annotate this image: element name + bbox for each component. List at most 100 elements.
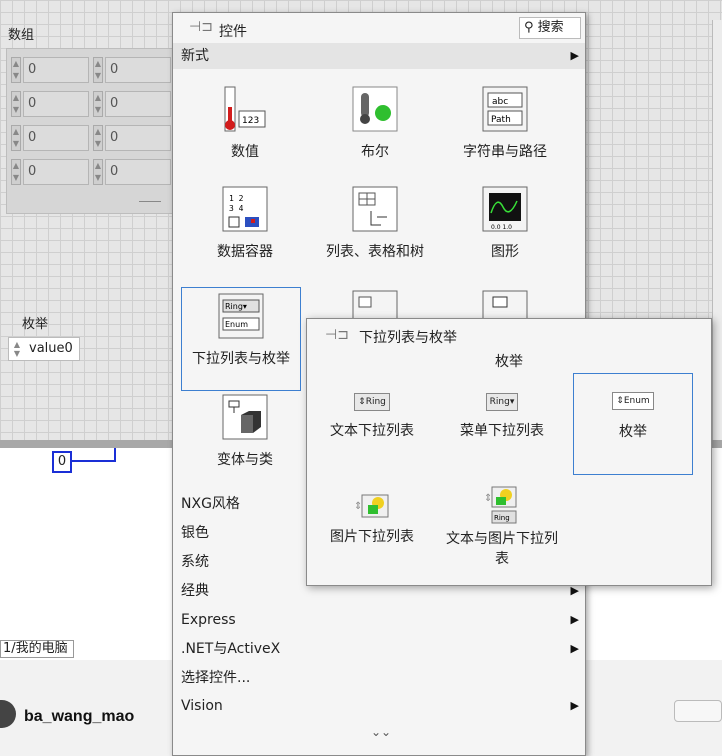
- enum-icon: ⇕Enum: [574, 374, 692, 422]
- enum-control[interactable]: ▲ ▼ value0: [8, 337, 80, 361]
- panel-scrollbar[interactable]: [712, 20, 722, 440]
- palette-title: 控件: [219, 24, 247, 40]
- pin-icon[interactable]: ⊣⊐: [189, 19, 213, 35]
- category-label: .NET与ActiveX: [181, 641, 281, 657]
- tile-label: 布尔: [361, 144, 389, 160]
- svg-text:Enum: Enum: [225, 320, 248, 329]
- ring-enum-submenu: ⊣⊐ 下拉列表与枚举 枚举 ⇕Ring 文本下拉列表 Ring▾ 菜单下拉列表 …: [306, 318, 712, 586]
- right-button[interactable]: [674, 700, 722, 722]
- array-index-spinner[interactable]: ▲ ▼: [93, 125, 103, 151]
- array-index-spinner[interactable]: ▲ ▼: [93, 91, 103, 117]
- enum-label: 枚举: [22, 317, 49, 332]
- item-label: 枚举: [619, 424, 647, 440]
- palette-header: ⊣⊐ 控件 ⚲ 搜索: [173, 13, 585, 43]
- array-label: 数组: [8, 28, 35, 43]
- tile-label: 列表、表格和树: [326, 244, 424, 260]
- array-index-spinner[interactable]: ▲ ▼: [11, 91, 21, 117]
- graph-icon: 0.0 1.0: [481, 185, 529, 233]
- text-ring-icon: ⇕Ring: [313, 381, 431, 421]
- category-dotnet-activex[interactable]: .NET与ActiveX ▶: [173, 636, 585, 662]
- text-picture-ring-item[interactable]: ⇕ Ring 文本与图片下拉列表: [443, 485, 561, 605]
- submenu-section: 枚举: [495, 354, 523, 370]
- list-table-tree-icon: [351, 185, 399, 233]
- tile-boolean[interactable]: 布尔: [315, 85, 435, 185]
- array-element[interactable]: 0: [105, 159, 171, 185]
- array-index-spinner[interactable]: ▲ ▼: [93, 159, 103, 185]
- data-container-icon: 1 23 4: [221, 185, 269, 233]
- string-path-icon: abc Path: [481, 85, 529, 133]
- category-label: NXG风格: [181, 496, 240, 512]
- array-index-spinner[interactable]: ▲ ▼: [93, 57, 103, 83]
- svg-text:Ring: Ring: [494, 514, 510, 522]
- array-control[interactable]: ▲ ▼ 0 ▲ ▼ 0 ▲ ▼ 0 ▲ ▼ 0 ▲ ▼ 0 ▲ ▼ 0 ▲ ▼ 0 ▲ ▼ 0: [6, 48, 174, 214]
- category-vision[interactable]: Vision ▶: [173, 693, 585, 719]
- tile-label: 变体与类: [217, 452, 273, 468]
- tile-label: 下拉列表与枚举: [192, 351, 290, 367]
- tile-label: 图形: [491, 244, 519, 260]
- menu-ring-item[interactable]: Ring▾ 菜单下拉列表: [443, 381, 561, 481]
- text-ring-item[interactable]: ⇕Ring 文本下拉列表: [313, 381, 431, 481]
- svg-text:⇕: ⇕: [354, 501, 362, 512]
- array-element[interactable]: 0: [23, 125, 89, 151]
- enum-spinner-icon[interactable]: ▲ ▼: [11, 340, 23, 358]
- path-tab[interactable]: 1/我的电脑: [0, 640, 74, 658]
- category-label: 系统: [181, 554, 209, 570]
- svg-text:abc: abc: [492, 97, 508, 107]
- search-label: 搜索: [537, 20, 564, 35]
- svg-text:⇕: ⇕: [484, 493, 492, 504]
- menu-ring-icon: Ring▾: [443, 381, 561, 421]
- category-label: Vision: [181, 698, 223, 714]
- array-index-spinner[interactable]: ▲ ▼: [11, 159, 21, 185]
- array-element[interactable]: 0: [105, 125, 171, 151]
- wire[interactable]: [72, 460, 116, 462]
- category-label: 经典: [181, 583, 209, 599]
- category-label: 银色: [181, 525, 209, 541]
- svg-text:1 2: 1 2: [229, 194, 244, 203]
- array-element[interactable]: 0: [105, 57, 171, 83]
- pin-icon[interactable]: ⊣⊐: [325, 327, 349, 343]
- container-icon: [351, 287, 399, 319]
- item-label: 文本下拉列表: [330, 423, 414, 439]
- category-select-control[interactable]: 选择控件...: [173, 665, 585, 691]
- svg-text:123: 123: [242, 116, 259, 126]
- tile-containers[interactable]: [315, 287, 435, 319]
- array-index-spinner[interactable]: ▲ ▼: [11, 125, 21, 151]
- svg-text:Ring▾: Ring▾: [225, 302, 247, 311]
- section-modern[interactable]: 新式 ▶: [173, 43, 585, 69]
- array-element[interactable]: 0: [105, 91, 171, 117]
- watermark: ba_wang_mao: [24, 708, 135, 725]
- tile-numeric[interactable]: 123 数值: [185, 85, 305, 185]
- wire[interactable]: [114, 448, 116, 462]
- tile-string-path[interactable]: abc Path 字符串与路径: [445, 85, 565, 185]
- item-label: 文本与图片下拉列表: [446, 531, 558, 567]
- chevron-right-icon: ▶: [570, 642, 579, 655]
- enum-item[interactable]: ⇕Enum 枚举: [573, 373, 693, 475]
- picture-ring-item[interactable]: ⇕ 图片下拉列表: [313, 487, 431, 587]
- array-index-spinner[interactable]: ▲ ▼: [11, 57, 21, 83]
- tile-label: 数值: [231, 144, 259, 160]
- array-element[interactable]: 0: [23, 159, 89, 185]
- text-picture-ring-icon: ⇕ Ring: [443, 485, 561, 529]
- variant-class-icon: [221, 393, 269, 441]
- expand-more-icon[interactable]: ⌄⌄: [371, 725, 391, 739]
- tile-list-table-tree[interactable]: 列表、表格和树: [315, 185, 435, 285]
- search-button[interactable]: ⚲ 搜索: [519, 17, 581, 39]
- category-label: 选择控件...: [181, 670, 251, 686]
- item-label: 菜单下拉列表: [460, 423, 544, 439]
- numeric-constant[interactable]: 0: [52, 451, 72, 473]
- chevron-right-icon: ▶: [570, 49, 579, 62]
- category-express[interactable]: Express ▶: [173, 607, 585, 633]
- array-element[interactable]: 0: [23, 57, 89, 83]
- chevron-right-icon: ▶: [570, 613, 579, 626]
- tile-variant-class[interactable]: 变体与类: [185, 393, 305, 493]
- array-element[interactable]: 0: [23, 91, 89, 117]
- tile-io[interactable]: [445, 287, 565, 319]
- boolean-icon: [351, 85, 399, 133]
- svg-text:Path: Path: [491, 115, 511, 125]
- tile-graph[interactable]: 0.0 1.0 图形: [445, 185, 565, 285]
- tile-data-container[interactable]: 1 23 4 数据容器: [185, 185, 305, 285]
- tile-ring-enum[interactable]: Ring▾ Enum 下拉列表与枚举: [181, 287, 301, 391]
- search-icon: ⚲: [524, 20, 534, 35]
- array-resize-handle[interactable]: [139, 201, 161, 202]
- svg-text:0.0 1.0: 0.0 1.0: [491, 224, 512, 231]
